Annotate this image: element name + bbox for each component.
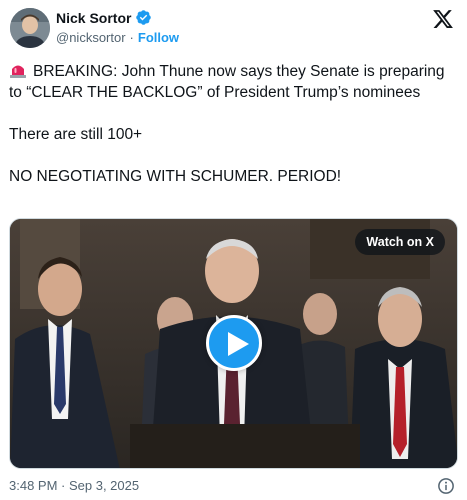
tweet-paragraph-1: BREAKING: John Thune now says they Senat… (9, 61, 459, 103)
follow-button[interactable]: Follow (138, 30, 179, 45)
tweet-line-1: BREAKING: John Thune now says they Senat… (9, 63, 445, 101)
tweet-line-3: NO NEGOTIATING WITH SCHUMER. PERIOD! (9, 168, 342, 185)
video-media[interactable]: Watch on X (9, 218, 458, 469)
play-icon (228, 332, 249, 356)
tweet-timestamp[interactable]: 3:48 PM · Sep 3, 2025 (9, 478, 139, 493)
watch-on-x-button[interactable]: Watch on X (355, 229, 445, 255)
play-button[interactable] (206, 315, 262, 371)
siren-icon (9, 62, 27, 78)
info-icon[interactable] (437, 477, 455, 495)
tweet-line-2: There are still 100+ (9, 126, 143, 143)
display-name[interactable]: Nick Sortor (56, 10, 131, 26)
handle-row: @nicksortor · Follow (56, 30, 179, 45)
author-name-row: Nick Sortor (56, 9, 152, 26)
author-handle[interactable]: @nicksortor (56, 30, 126, 45)
x-logo-icon[interactable] (432, 8, 454, 30)
handle-separator: · (129, 30, 134, 45)
tweet-text: BREAKING: John Thune now says they Senat… (9, 61, 459, 187)
avatar[interactable] (10, 8, 50, 48)
verified-badge-icon (135, 9, 152, 26)
tweet-card: Nick Sortor @nicksortor · Follow BREAKIN… (0, 0, 467, 500)
